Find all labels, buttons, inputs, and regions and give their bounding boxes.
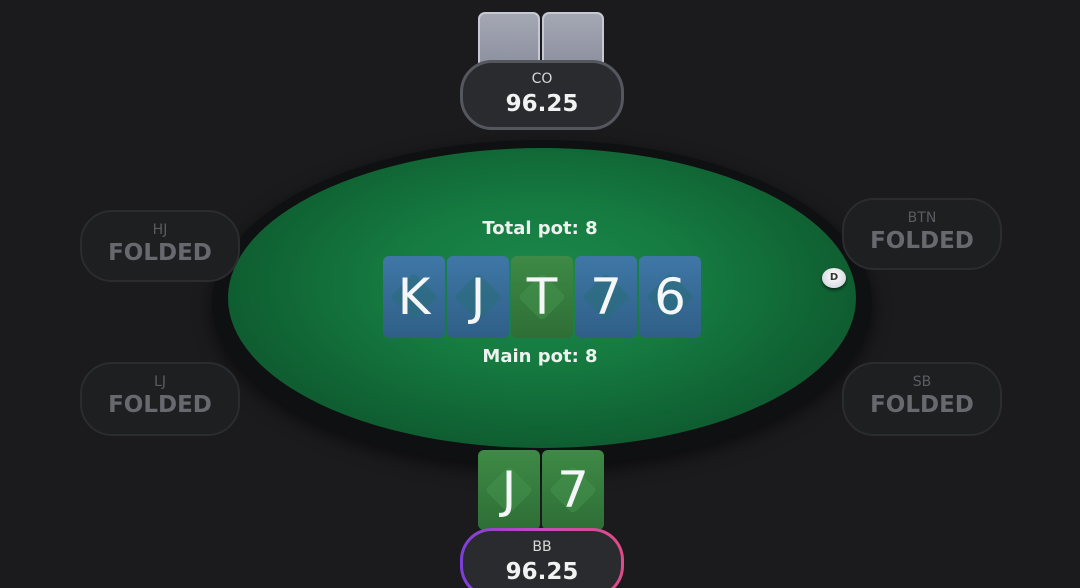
- card-rank: J: [501, 461, 517, 519]
- seat-position-label: CO: [531, 71, 553, 87]
- hero-card-1: J: [478, 450, 540, 530]
- main-pot-label: Main pot: 8: [482, 346, 598, 367]
- seat-status: FOLDED: [108, 240, 212, 266]
- seat-status: FOLDED: [870, 228, 974, 254]
- seat-position-label: SB: [912, 374, 932, 390]
- hero-hole-cards: J 7: [478, 450, 604, 530]
- seat-stack: 96.25: [505, 559, 579, 585]
- card-rank: 7: [590, 268, 622, 326]
- seat-position-label: HJ: [152, 222, 168, 238]
- seat-status: FOLDED: [870, 392, 974, 418]
- seat-stack: 96.25: [505, 91, 579, 117]
- board-card-5: 6: [639, 256, 701, 338]
- dealer-button: D: [822, 268, 846, 288]
- card-rank: 6: [654, 268, 686, 326]
- card-rank: K: [397, 268, 431, 326]
- card-rank: T: [526, 268, 558, 326]
- poker-table-scene: CO 96.25 HJ FOLDED LJ FOLDED BTN FOLDED …: [0, 0, 1080, 588]
- seat-position-label: BB: [532, 539, 552, 555]
- seat-sb[interactable]: SB FOLDED: [842, 362, 1002, 436]
- total-pot-label: Total pot: 8: [482, 218, 598, 239]
- seat-lj[interactable]: LJ FOLDED: [80, 362, 240, 436]
- seat-btn[interactable]: BTN FOLDED: [842, 198, 1002, 270]
- seat-bb-hero[interactable]: BB 96.25: [460, 528, 624, 588]
- seat-hj[interactable]: HJ FOLDED: [80, 210, 240, 282]
- board-card-1: K: [383, 256, 445, 338]
- board-card-2: J: [447, 256, 509, 338]
- community-cards: K J T 7 6: [383, 256, 701, 338]
- seat-position-label: LJ: [154, 374, 166, 390]
- board-card-4: 7: [575, 256, 637, 338]
- seat-co[interactable]: CO 96.25: [460, 60, 624, 130]
- card-rank: 7: [557, 461, 589, 519]
- card-rank: J: [470, 268, 486, 326]
- seat-status: FOLDED: [108, 392, 212, 418]
- seat-position-label: BTN: [907, 210, 937, 226]
- board-card-3: T: [511, 256, 573, 338]
- hero-card-2: 7: [542, 450, 604, 530]
